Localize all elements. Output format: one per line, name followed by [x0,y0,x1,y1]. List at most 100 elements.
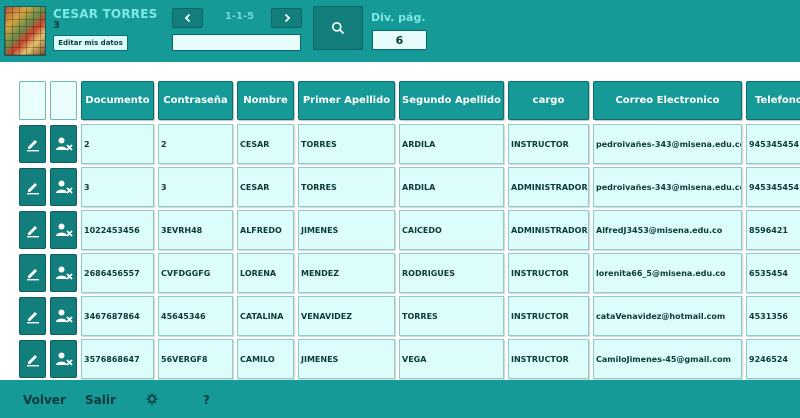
column-header-contrasena[interactable]: Contraseña [158,81,233,120]
table-cell-contrasena: 45645346 [158,296,233,336]
edit-row-button[interactable] [19,168,46,206]
delete-user-button[interactable] [50,168,77,206]
table-cell-primer-apellido: JIMENES [298,339,395,379]
table-cell-correo: cataVenavidez@hotmail.com [593,296,742,336]
table-cell-documento: 2 [81,124,154,164]
table-cell-segundo-apellido: VEGA [399,339,504,379]
user-name: CESAR TORRES [53,7,158,21]
edit-icon [26,140,39,152]
table-cell-correo: lorenita66_5@misena.edu.co [593,253,742,293]
table-cell-documento: 1022453456 [81,210,154,250]
table-cell-contrasena: 3EVRH48 [158,210,233,250]
table-cell-primer-apellido: JIMENES [298,210,395,250]
page-size-label: Div. pág. [371,11,426,24]
table-cell-telefono: 945345454 [746,124,800,164]
users-table: Documento Contraseña Nombre Primer Apell… [0,62,800,380]
table-cell-telefono: 4531356 [746,296,800,336]
table-cell-cargo: INSTRUCTOR [508,124,589,164]
help-link[interactable]: ? [203,393,210,407]
remove-user-icon [55,352,73,366]
column-header-telefono[interactable]: Telefono [746,81,800,120]
edit-icon [26,269,39,281]
column-header-primer-apellido[interactable]: Primer Apellido [298,81,395,120]
remove-user-icon [55,309,73,323]
header-blank-edit [19,81,46,120]
page-size-input[interactable]: 6 [372,30,427,50]
remove-user-icon [55,180,73,194]
table-cell-segundo-apellido: ARDILA [399,167,504,207]
page-indicator: 1-1-5 [224,11,255,22]
bottom-bar: Volver Salir ? [0,380,800,418]
delete-user-button[interactable] [50,211,77,249]
table-cell-nombre: CESAR [237,167,294,207]
back-link[interactable]: Volver [23,393,66,407]
table-cell-cargo: INSTRUCTOR [508,296,589,336]
search-icon [332,22,345,35]
delete-user-button[interactable] [50,340,77,378]
column-header-documento[interactable]: Documento [81,81,154,120]
table-cell-primer-apellido: TORRES [298,167,395,207]
table-cell-contrasena: 56VERGF8 [158,339,233,379]
edit-icon [26,355,39,367]
remove-user-icon [55,266,73,280]
edit-row-button[interactable] [19,125,46,163]
edit-row-button[interactable] [19,254,46,292]
delete-user-button[interactable] [50,297,77,335]
edit-icon [26,183,39,195]
table-cell-segundo-apellido: TORRES [399,296,504,336]
table-cell-segundo-apellido: ARDILA [399,124,504,164]
edit-row-button[interactable] [19,340,46,378]
table-cell-segundo-apellido: CAICEDO [399,210,504,250]
table-cell-correo: pedroivañes-343@misena.edu.co [593,167,742,207]
exit-link[interactable]: Salir [85,393,116,407]
table-cell-documento: 3576868647 [81,339,154,379]
table-cell-documento: 2686456557 [81,253,154,293]
table-cell-segundo-apellido: RODRIGUES [399,253,504,293]
table-cell-nombre: CAMILO [237,339,294,379]
table-cell-primer-apellido: MENDEZ [298,253,395,293]
table-cell-nombre: CESAR [237,124,294,164]
column-header-nombre[interactable]: Nombre [237,81,294,120]
edit-icon [26,226,39,238]
table-cell-nombre: ALFREDO [237,210,294,250]
header-blank-delete [50,81,77,120]
table-cell-telefono: 8596421 [746,210,800,250]
table-cell-documento: 3 [81,167,154,207]
delete-user-button[interactable] [50,254,77,292]
chevron-right-icon [284,13,290,23]
table-cell-telefono: 945345454 [746,167,800,207]
table-cell-contrasena: CVFDGGFG [158,253,233,293]
remove-user-icon [55,223,73,237]
gear-icon[interactable] [146,393,158,409]
table-cell-documento: 3467687864 [81,296,154,336]
table-cell-nombre: LORENA [237,253,294,293]
column-header-segundo-apellido[interactable]: Segundo Apellido [399,81,504,120]
table-cell-cargo: INSTRUCTOR [508,339,589,379]
next-page-button[interactable] [271,8,302,28]
search-input[interactable] [172,34,301,51]
remove-user-icon [55,137,73,151]
table-cell-correo: AlfredJ3453@misena.edu.co [593,210,742,250]
column-header-cargo[interactable]: cargo [508,81,589,120]
user-id: 3 [53,20,60,31]
top-bar: CESAR TORRES 3 Editar mis datos 1-1-5 Di… [0,0,800,62]
edit-row-button[interactable] [19,211,46,249]
table-cell-cargo: INSTRUCTOR [508,253,589,293]
table-cell-contrasena: 2 [158,124,233,164]
edit-row-button[interactable] [19,297,46,335]
delete-user-button[interactable] [50,125,77,163]
table-cell-primer-apellido: VENAVIDEZ [298,296,395,336]
table-cell-telefono: 9246524 [746,339,800,379]
table-cell-primer-apellido: TORRES [298,124,395,164]
table-cell-cargo: ADMINISTRADOR [508,210,589,250]
table-cell-telefono: 6535454 [746,253,800,293]
table-cell-cargo: ADMINISTRADOR [508,167,589,207]
avatar[interactable] [4,6,46,56]
table-cell-correo: pedroivañes-343@misena.edu.co [593,124,742,164]
column-header-correo[interactable]: Correo Electronico [593,81,742,120]
edit-profile-button[interactable]: Editar mis datos [53,35,128,51]
prev-page-button[interactable] [172,8,203,28]
search-button[interactable] [313,6,363,50]
table-cell-correo: CamiloJimenes-45@gmail.com [593,339,742,379]
table-cell-nombre: CATALINA [237,296,294,336]
